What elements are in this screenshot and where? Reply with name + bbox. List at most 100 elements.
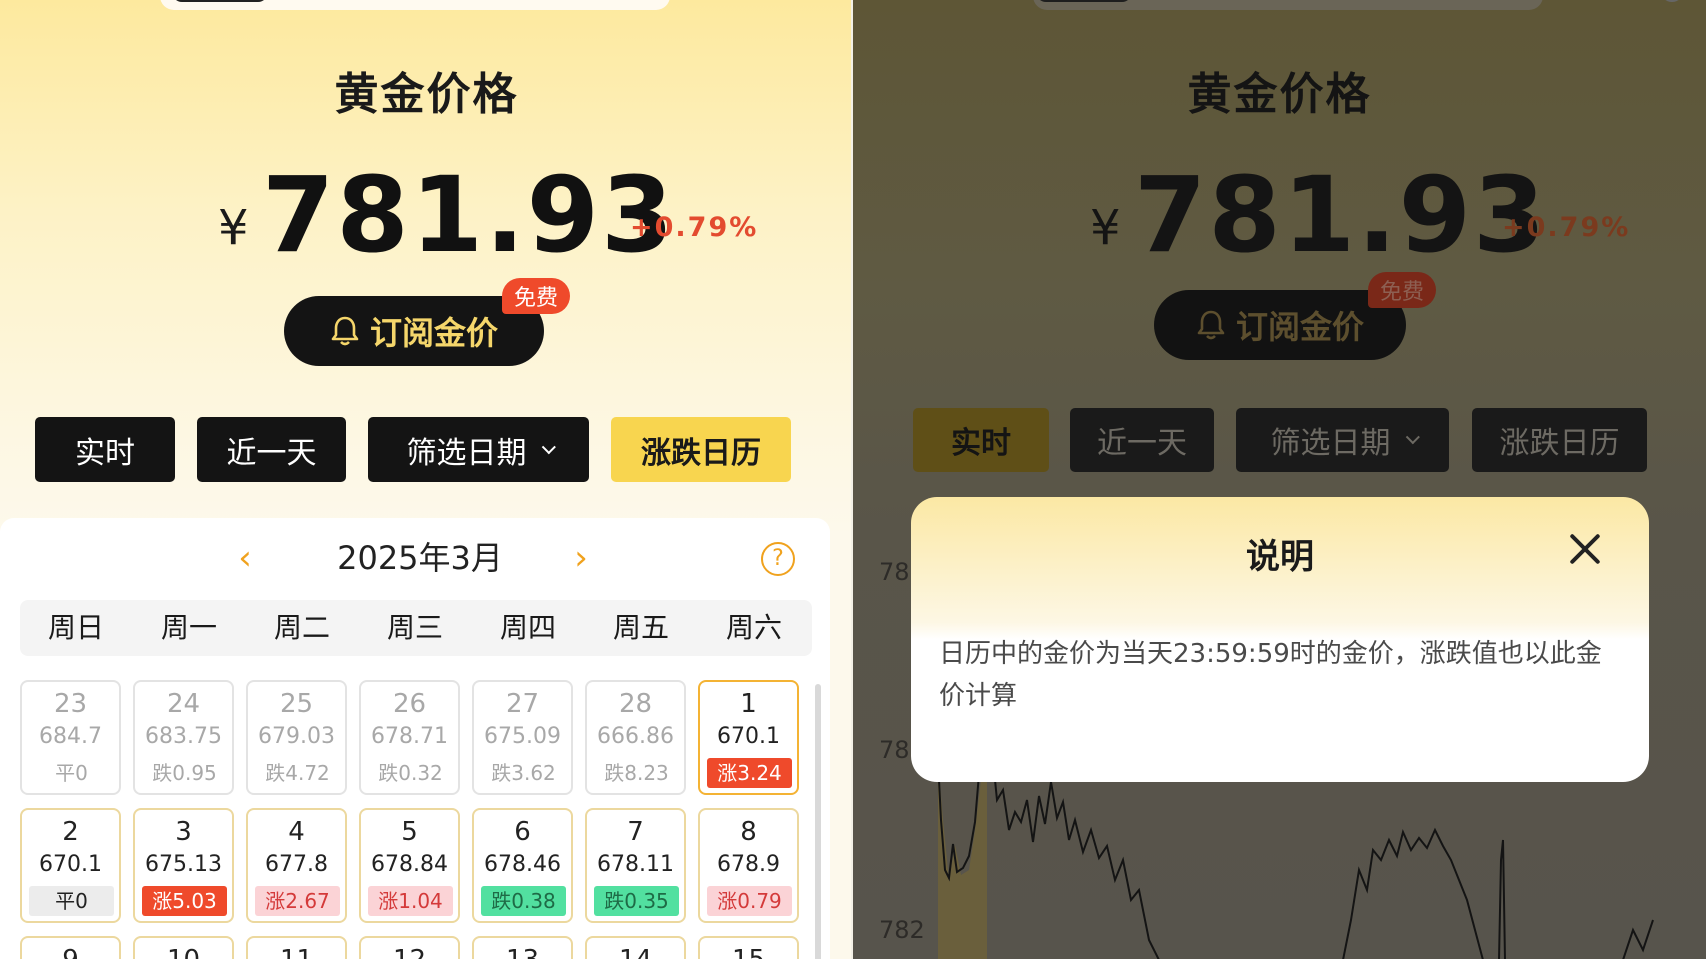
day-number: 2 (62, 817, 79, 847)
calendar-day-cell[interactable]: 23 684.7 平0 (20, 680, 121, 795)
day-number: 12 (361, 942, 458, 959)
currency-symbol: ¥ (218, 200, 249, 256)
calendar-day-cell[interactable]: 27 675.09 跌3.62 (472, 680, 573, 795)
calendar-day-cell[interactable]: 2 670.1 平0 (20, 808, 121, 923)
right-content: ¥ 781.93 +0.79% 订阅金价 免费 实时 近一天 筛选日期 涨跌日历… (853, 0, 1706, 959)
tab-realtime[interactable]: 实时 (913, 408, 1049, 472)
price-line (937, 760, 1654, 959)
tab-realtime[interactable]: 实时 (35, 417, 175, 482)
change-badge: 涨3.24 (707, 758, 792, 788)
price-change: +0.79% (630, 212, 759, 243)
calendar-day-cell[interactable]: 26 678.71 跌0.32 (359, 680, 460, 795)
top-bar-handle (172, 0, 268, 2)
price-row: ¥ 781.93 +0.79% (218, 160, 778, 270)
month-label: 2025年3月 (337, 539, 503, 577)
day-number: 11 (248, 942, 345, 959)
page-title: 黄金价格 (334, 69, 519, 120)
y-axis-label: 78 (879, 736, 910, 764)
y-axis-label: 78 (879, 558, 910, 586)
change-badge: 跌0.32 (378, 761, 443, 785)
calendar-day-cell[interactable]: 15 (698, 936, 799, 959)
day-number: 14 (587, 942, 684, 959)
day-price: 678.9 (717, 852, 780, 877)
tab-rise-fall-calendar[interactable]: 涨跌日历 (611, 417, 791, 482)
day-number: 26 (392, 689, 427, 719)
calendar-day-cell[interactable]: 8 678.9 涨0.79 (698, 808, 799, 923)
calendar-day-cell[interactable]: 7 678.11 跌0.35 (585, 808, 686, 923)
tab-label: 涨跌日历 (641, 435, 761, 471)
tab-label: 实时 (951, 426, 1011, 461)
help-icon[interactable]: ? (761, 542, 795, 576)
day-price: 678.11 (597, 852, 674, 877)
calendar-day-cell[interactable]: 9 (20, 936, 121, 959)
tab-label: 涨跌日历 (1499, 426, 1620, 461)
calendar-scrollbar[interactable] (815, 684, 821, 959)
price-change: +0.79% (1502, 212, 1631, 243)
tab-label: 筛选日期 (406, 435, 527, 471)
change-badge: 跌0.38 (481, 886, 566, 916)
calendar-day-cell[interactable]: 3 675.13 涨5.03 (133, 808, 234, 923)
bell-icon (331, 316, 359, 346)
day-number: 4 (288, 817, 305, 847)
change-badge: 跌3.62 (491, 761, 556, 785)
change-badge: 涨5.03 (142, 886, 227, 916)
weekday-label: 周五 (612, 611, 669, 644)
calendar-day-cell[interactable]: 1 670.1 涨3.24 (698, 680, 799, 795)
day-number: 6 (514, 817, 531, 847)
calendar-day-cell[interactable]: 14 (585, 936, 686, 959)
change-badge: 跌4.72 (265, 761, 330, 785)
day-price: 684.7 (39, 724, 102, 749)
day-number: 27 (505, 689, 540, 719)
tab-label: 筛选日期 (1270, 426, 1391, 461)
change-badge: 涨0.79 (707, 886, 792, 916)
day-number: 1 (740, 689, 757, 719)
calendar-day-cell[interactable]: 6 678.46 跌0.38 (472, 808, 573, 923)
month-navigator: ‹ 2025年3月 › (230, 536, 610, 580)
calendar-day-cell[interactable]: 24 683.75 跌0.95 (133, 680, 234, 795)
change-badge: 涨1.04 (368, 886, 453, 916)
day-number: 9 (22, 942, 119, 959)
calendar-day-cell[interactable]: 12 (359, 936, 460, 959)
calendar-day-cell[interactable]: 25 679.03 跌4.72 (246, 680, 347, 795)
calendar-day-cell[interactable]: 5 678.84 涨1.04 (359, 808, 460, 923)
currency-symbol: ¥ (1090, 200, 1121, 256)
day-price: 679.03 (258, 724, 335, 749)
day-number: 28 (618, 689, 653, 719)
day-number: 8 (740, 817, 757, 847)
day-price: 675.09 (484, 724, 561, 749)
change-badge: 跌0.95 (152, 761, 217, 785)
close-icon[interactable] (1567, 531, 1603, 567)
calendar-day-cell[interactable]: 11 (246, 936, 347, 959)
modal-body: 日历中的金价为当天23:59:59时的金价，涨跌值也以此金价计算 (939, 639, 1602, 711)
tab-last-day[interactable]: 近一天 (1070, 408, 1214, 472)
next-month-icon[interactable]: › (566, 540, 596, 580)
day-price: 678.46 (484, 852, 561, 877)
change-badge: 平0 (55, 761, 88, 785)
tab-filter-date[interactable]: 筛选日期 (368, 417, 589, 482)
tab-filter-date[interactable]: 筛选日期 (1236, 408, 1449, 472)
tab-last-day[interactable]: 近一天 (197, 417, 346, 482)
weekday-label: 周四 (499, 611, 556, 644)
price-line-area (938, 760, 987, 959)
day-price: 677.8 (265, 852, 328, 877)
gold-price: 781.93 (1134, 154, 1548, 276)
modal-title: 说明 (1246, 537, 1314, 577)
prev-month-icon[interactable]: ‹ (230, 540, 260, 580)
day-number: 13 (474, 942, 571, 959)
day-price: 683.75 (145, 724, 222, 749)
change-badge: 平0 (29, 886, 114, 916)
calendar-day-cell[interactable]: 13 (472, 936, 573, 959)
weekday-label: 周日 (47, 611, 104, 644)
day-price: 670.1 (39, 852, 102, 877)
calendar-day-cell[interactable]: 10 (133, 936, 234, 959)
tab-rise-fall-calendar[interactable]: 涨跌日历 (1472, 408, 1647, 472)
price-line-chart (937, 760, 1654, 959)
free-badge: 免费 (1368, 272, 1437, 308)
tab-label: 实时 (75, 435, 135, 471)
left-panel: 黄金价格 ¥ 781.93 +0.79% 订阅金价 免费 实时 近一天 筛选日期… (0, 0, 853, 959)
subscribe-label: 订阅金价 (1235, 308, 1364, 346)
calendar-day-cell[interactable]: 4 677.8 涨2.67 (246, 808, 347, 923)
day-price: 678.84 (371, 852, 448, 877)
calendar-day-cell[interactable]: 28 666.86 跌8.23 (585, 680, 686, 795)
weekday-label: 周一 (160, 611, 217, 644)
